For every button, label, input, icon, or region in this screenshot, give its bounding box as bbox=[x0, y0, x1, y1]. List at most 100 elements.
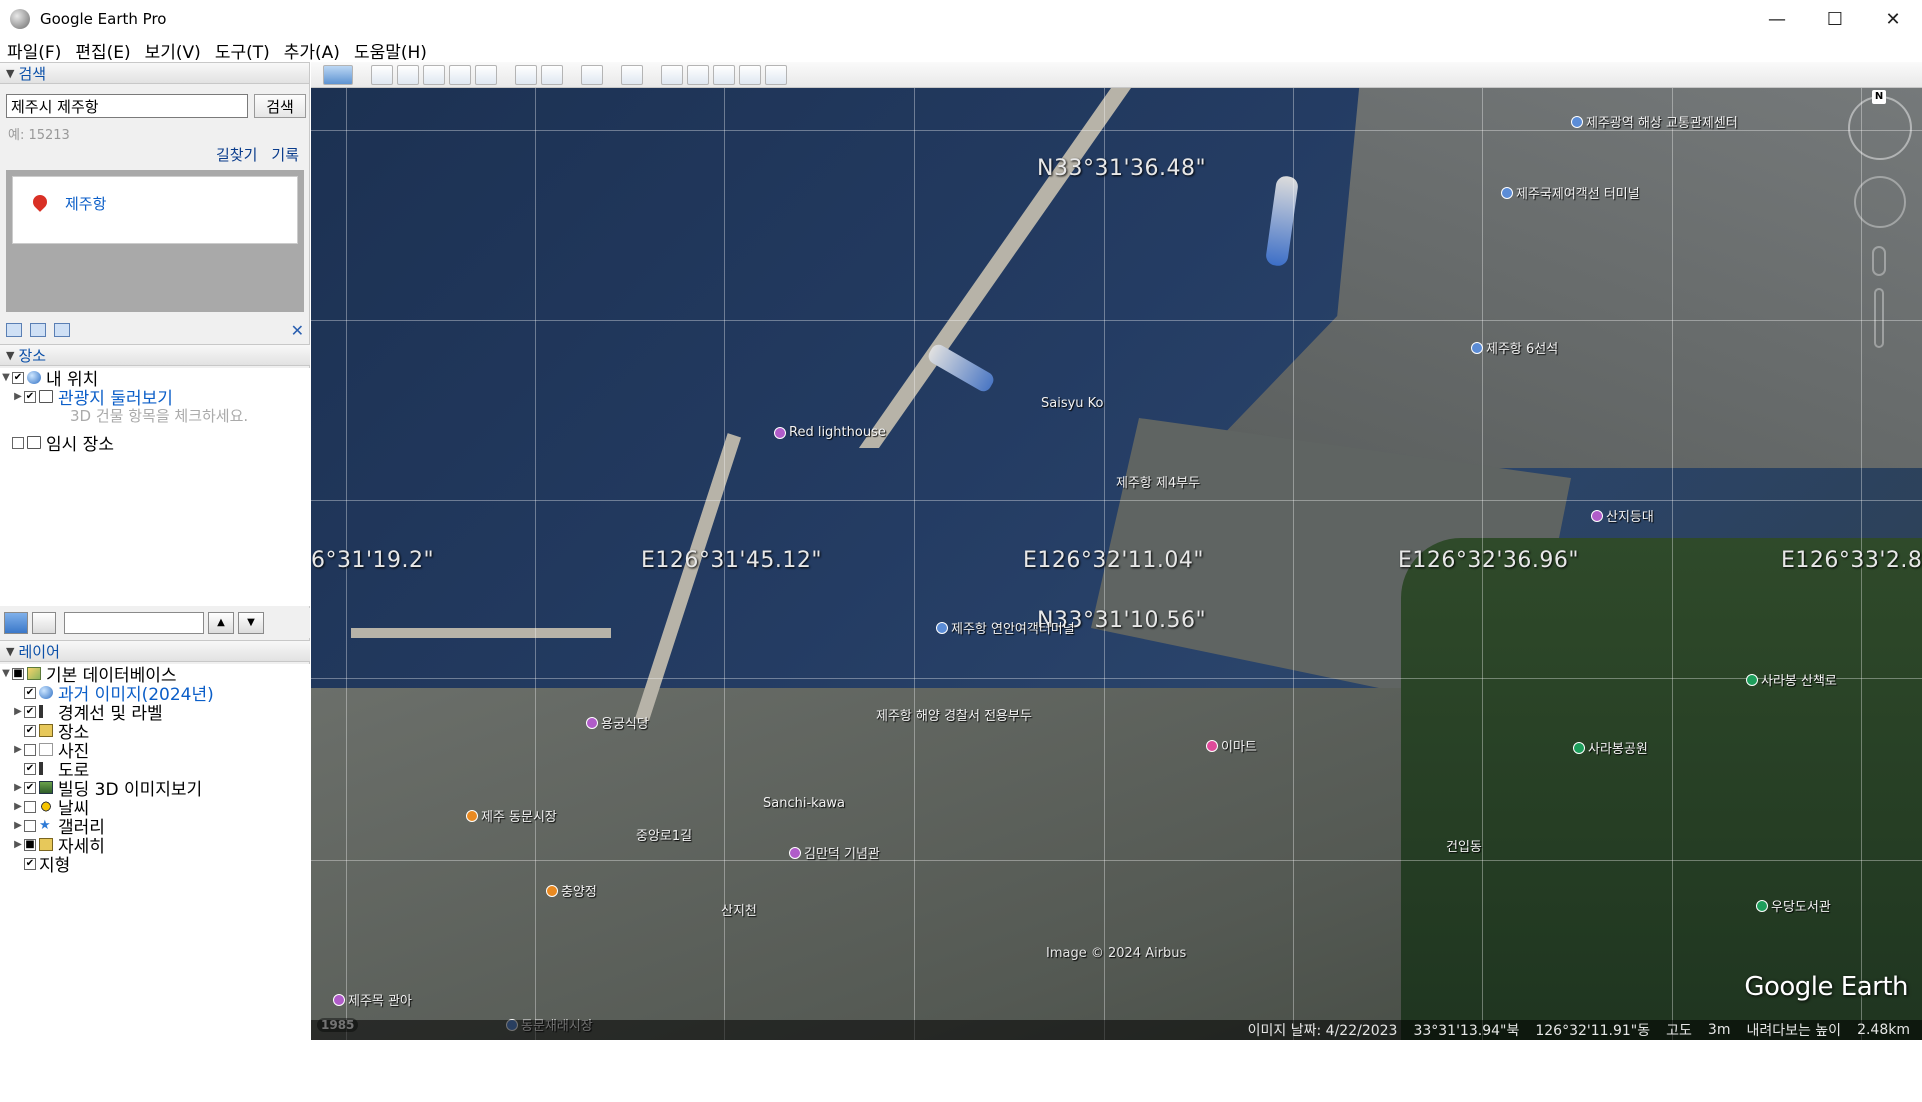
north-indicator[interactable]: N bbox=[1872, 90, 1886, 104]
move-down-button[interactable]: ▼ bbox=[238, 612, 264, 634]
search-result-label[interactable]: 제주항 bbox=[65, 193, 106, 214]
sidebar-toggle-icon[interactable] bbox=[323, 64, 353, 85]
search-input[interactable] bbox=[6, 94, 248, 118]
email-icon[interactable] bbox=[661, 64, 683, 85]
poi[interactable]: 제주항 6선석 bbox=[1471, 338, 1558, 357]
expand-triangle-icon[interactable]: ▶ bbox=[12, 706, 24, 717]
expand-triangle-icon[interactable]: ▶ bbox=[12, 820, 24, 831]
checkbox[interactable]: ■ bbox=[24, 838, 36, 851]
poi[interactable]: 제주 동문시장 bbox=[466, 806, 557, 825]
poi[interactable]: 제주광역 해상 교통관제센터 bbox=[1571, 112, 1738, 131]
expand-triangle-icon[interactable]: ▶ bbox=[12, 801, 24, 812]
poi-label[interactable]: 건입동 bbox=[1446, 836, 1482, 855]
sunlight-icon[interactable] bbox=[541, 64, 563, 85]
minimize-button[interactable]: — bbox=[1748, 0, 1806, 38]
poi[interactable]: 사라봉 산책로 bbox=[1746, 670, 1837, 689]
tree-item-temporary-places[interactable]: 임시 장소 bbox=[0, 433, 310, 455]
checkbox[interactable]: ✔ bbox=[24, 686, 36, 699]
checkbox[interactable]: ■ bbox=[12, 667, 24, 680]
checkbox[interactable]: ✔ bbox=[24, 857, 36, 870]
google-maps-icon[interactable] bbox=[739, 64, 761, 85]
checkbox[interactable]: ✔ bbox=[24, 705, 36, 718]
poi-label[interactable]: 제주항 해양 경찰서 전용부두 bbox=[876, 705, 1032, 724]
record-tour-icon[interactable] bbox=[475, 64, 497, 85]
poi-label[interactable]: 중앙로1길 bbox=[636, 825, 692, 844]
menu-add[interactable]: 추가(A) bbox=[277, 38, 347, 63]
layers-section-header[interactable]: ▼ 레이어 bbox=[0, 640, 310, 662]
switch-planet-icon[interactable] bbox=[581, 64, 603, 85]
poi[interactable]: 산지등대 bbox=[1591, 506, 1654, 525]
zoom-slider[interactable] bbox=[1874, 288, 1884, 348]
checkbox[interactable]: ✔ bbox=[24, 724, 36, 737]
checkbox[interactable] bbox=[24, 819, 36, 832]
tree-item-sightseeing[interactable]: ▶ ✔ 관광지 둘러보기 bbox=[0, 387, 310, 409]
poi[interactable]: 충양정 bbox=[546, 881, 597, 900]
checkbox[interactable]: ✔ bbox=[24, 762, 36, 775]
poi-label[interactable]: Sanchi-kawa bbox=[763, 796, 845, 811]
poi[interactable]: 김만덕 기념관 bbox=[789, 843, 880, 862]
poi[interactable]: Red lighthouse bbox=[774, 425, 886, 440]
menu-help[interactable]: 도움말(H) bbox=[347, 38, 434, 63]
checkbox[interactable] bbox=[24, 800, 36, 813]
poi[interactable]: 제주항 연안여객터미널 bbox=[936, 618, 1075, 637]
poi[interactable]: 제주목 관아 bbox=[333, 990, 412, 1009]
compass-control[interactable] bbox=[1848, 96, 1912, 160]
search-button[interactable]: 검색 bbox=[254, 94, 306, 118]
close-button[interactable]: ✕ bbox=[1864, 0, 1922, 38]
history-link[interactable]: 기록 bbox=[271, 144, 299, 165]
street-view-pegman-icon[interactable] bbox=[1872, 246, 1886, 276]
expand-triangle-icon[interactable]: ▼ bbox=[0, 668, 12, 679]
add-placemark-icon[interactable] bbox=[371, 64, 393, 85]
map-view[interactable]: N33°31'36.48" N33°31'10.56" 6°31'19.2" E… bbox=[311, 88, 1922, 1040]
poi-label[interactable]: Saisyu Ko bbox=[1041, 396, 1104, 411]
poi[interactable]: 제주국제여객선 터미널 bbox=[1501, 183, 1640, 202]
expand-triangle-icon[interactable]: ▶ bbox=[12, 839, 24, 850]
filter-input[interactable] bbox=[64, 612, 204, 634]
checkbox[interactable] bbox=[24, 743, 36, 756]
look-joystick-control[interactable] bbox=[1854, 176, 1906, 228]
layer-weather[interactable]: ▶ 날씨 bbox=[0, 797, 310, 819]
clear-results-icon[interactable]: ✕ bbox=[291, 321, 304, 340]
checkbox[interactable]: ✔ bbox=[12, 371, 24, 384]
search-result-item[interactable]: 제주항 bbox=[12, 176, 298, 244]
layer-photos[interactable]: ▶ 사진 bbox=[0, 740, 310, 762]
poi-label[interactable]: 산지천 bbox=[721, 900, 757, 919]
layer-gallery[interactable]: ▶ ★ 갤러리 bbox=[0, 816, 310, 838]
ruler-icon[interactable] bbox=[621, 64, 643, 85]
places-section-header[interactable]: ▼ 장소 bbox=[0, 344, 310, 366]
menu-view[interactable]: 보기(V) bbox=[138, 38, 208, 63]
checkbox[interactable]: ✔ bbox=[24, 781, 36, 794]
poi[interactable]: 이마트 bbox=[1206, 736, 1257, 755]
save-image-icon[interactable] bbox=[713, 64, 735, 85]
search-section-header[interactable]: ▼ 검색 bbox=[0, 62, 309, 84]
menu-file[interactable]: 파일(F) bbox=[0, 38, 68, 63]
add-image-overlay-icon[interactable] bbox=[449, 64, 471, 85]
print-icon[interactable] bbox=[687, 64, 709, 85]
poi-label[interactable]: 제주항 제4부두 bbox=[1116, 472, 1200, 491]
checkbox[interactable]: ✔ bbox=[24, 390, 36, 403]
sidebar-toggle-icon[interactable] bbox=[32, 612, 56, 634]
add-path-icon[interactable] bbox=[423, 64, 445, 85]
expand-triangle-icon[interactable]: ▼ bbox=[0, 372, 12, 383]
poi[interactable]: 사라봉공원 bbox=[1573, 738, 1648, 757]
menu-tools[interactable]: 도구(T) bbox=[208, 38, 277, 63]
print-icon[interactable] bbox=[54, 323, 70, 337]
add-folder-icon[interactable] bbox=[6, 323, 22, 337]
historical-imagery-icon[interactable] bbox=[515, 64, 537, 85]
poi[interactable]: 우당도서관 bbox=[1756, 896, 1831, 915]
expand-triangle-icon[interactable]: ▶ bbox=[12, 391, 24, 402]
checkbox[interactable] bbox=[12, 436, 24, 449]
layer-borders-labels[interactable]: ▶ ✔ 경계선 및 라벨 bbox=[0, 702, 310, 724]
expand-triangle-icon[interactable]: ▶ bbox=[12, 782, 24, 793]
expand-triangle-icon[interactable]: ▶ bbox=[12, 744, 24, 755]
poi[interactable]: 용궁식당 bbox=[586, 713, 649, 732]
layer-3d-buildings[interactable]: ▶ ✔ 빌딩 3D 이미지보기 bbox=[0, 778, 310, 800]
add-polygon-icon[interactable] bbox=[397, 64, 419, 85]
earth-icon[interactable] bbox=[765, 64, 787, 85]
search-panel-toggle-icon[interactable] bbox=[4, 612, 28, 634]
maximize-button[interactable]: ☐ bbox=[1806, 0, 1864, 38]
directions-link[interactable]: 길찾기 bbox=[216, 144, 257, 165]
copy-icon[interactable] bbox=[30, 323, 46, 337]
layer-terrain[interactable]: ✔ 지형 bbox=[0, 854, 310, 876]
move-up-button[interactable]: ▲ bbox=[208, 612, 234, 634]
